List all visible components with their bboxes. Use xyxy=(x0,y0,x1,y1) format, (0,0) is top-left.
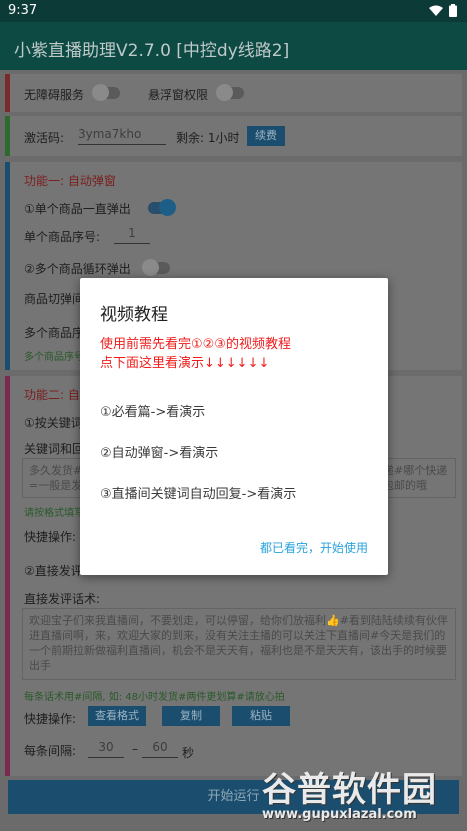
quick-ops-label-2: 快捷操作: xyxy=(24,712,77,726)
activation-card: 激活码: 3yma7kho 剩余: 1小时 续费 xyxy=(5,116,462,156)
interval-min-field[interactable]: 30 xyxy=(88,740,124,758)
func1-title: 功能一: 自动弹窗 xyxy=(24,174,116,188)
overlay-label: 悬浮窗权限 xyxy=(148,88,209,102)
interval-dash: – xyxy=(132,742,138,756)
format-hint: 请按格式填写 xyxy=(24,508,84,519)
app-bar: 小紫直播助理V2.7.0 [中控dy线路2] xyxy=(0,22,467,70)
accessibility-toggle[interactable] xyxy=(92,84,120,101)
single-index-field[interactable]: 1 xyxy=(114,226,150,244)
site-watermark: 谷普软件园 www.gupuxlazal.com xyxy=(250,754,467,831)
watermark-url: www.gupuxlazal.com xyxy=(262,807,417,822)
remaining-time: 剩余: 1小时 xyxy=(176,131,240,145)
direct-comment-label: ②直接发评 xyxy=(24,564,83,578)
activation-label: 激活码: xyxy=(24,131,65,145)
permissions-card: 无障碍服务 悬浮窗权限 xyxy=(5,74,462,112)
keyword-text: 多久发货# =一般是发 xyxy=(29,464,83,492)
activation-code: 3yma7kho xyxy=(78,127,142,141)
multi-index-label: 多个商品序 xyxy=(24,326,85,340)
single-popup-toggle[interactable] xyxy=(148,199,176,216)
dialog-warning: 使用前需先看完①②③的视频教程 点下面这里看演示↓↓↓↓↓↓ xyxy=(100,335,291,373)
interval-max-field[interactable]: 60 xyxy=(142,740,178,758)
single-index-label: 单个商品序号: xyxy=(24,230,101,244)
status-icons xyxy=(429,4,457,17)
multi-loop-toggle[interactable] xyxy=(142,259,170,276)
interval-label: 每条间隔: xyxy=(24,744,77,758)
dialog-title: 视频教程 xyxy=(100,305,168,325)
tutorial-link-2[interactable]: ②自动弹窗->看演示 xyxy=(100,442,218,461)
watermark-name: 谷普软件园 xyxy=(262,770,437,810)
dialog-confirm-button[interactable]: 都已看完，开始使用 xyxy=(260,539,368,556)
single-popup-label: ①单个商品一直弹出 xyxy=(24,202,131,216)
view-format-button[interactable]: 查看格式 xyxy=(88,706,146,726)
wifi-icon xyxy=(429,5,443,16)
tutorial-link-3[interactable]: ③直播间关键词自动回复->看演示 xyxy=(100,483,296,502)
interval-unit: 秒 xyxy=(182,746,195,760)
dialog-warning-line2: 点下面这里看演示↓↓↓↓↓↓ xyxy=(100,356,270,371)
activation-code-field[interactable]: 3yma7kho xyxy=(78,127,166,145)
quick-ops-label: 快捷操作: xyxy=(24,530,77,544)
copy-button[interactable]: 复制 xyxy=(162,706,220,726)
per-line-hint: 每条话术用#间隔, 如: 48小时发货#两件更划算#请放心拍 xyxy=(24,692,285,703)
func2-title: 功能二: 自 xyxy=(24,388,80,402)
app-title: 小紫直播助理V2.7.0 [中控dy线路2] xyxy=(14,41,290,61)
renew-button[interactable]: 续费 xyxy=(247,126,285,146)
accessibility-label: 无障碍服务 xyxy=(24,88,85,102)
multi-index-hint: 多个商品序号 xyxy=(24,352,84,363)
video-tutorial-dialog: 视频教程 使用前需先看完①②③的视频教程 点下面这里看演示↓↓↓↓↓↓ ①必看篇… xyxy=(80,278,388,575)
status-bar: 9:37 xyxy=(0,0,467,22)
paste-button[interactable]: 粘贴 xyxy=(232,706,290,726)
multi-loop-label: ②多个商品循环弹出 xyxy=(24,262,131,276)
tutorial-link-1[interactable]: ①必看篇->看演示 xyxy=(100,401,205,420)
direct-script-textarea[interactable]: 欢迎宝子们来我直播间，不要划走，可以停留，给你们放福利👍#看到陆陆续续有伙伴进直… xyxy=(22,608,456,680)
keyword-reply-label: ①按关键词 xyxy=(24,416,83,430)
battery-icon xyxy=(449,4,457,17)
direct-script-label: 直接发评话术: xyxy=(24,592,101,606)
keyword-text-right: 递#哪个快递 包邮的哦 xyxy=(383,464,448,492)
status-time: 9:37 xyxy=(8,3,38,18)
overlay-toggle[interactable] xyxy=(216,84,244,101)
dialog-warning-line1: 使用前需先看完①②③的视频教程 xyxy=(100,337,291,352)
switch-interval-label: 商品切弹间 xyxy=(24,292,85,306)
keyword-content-label: 关键词和回 xyxy=(24,442,85,456)
